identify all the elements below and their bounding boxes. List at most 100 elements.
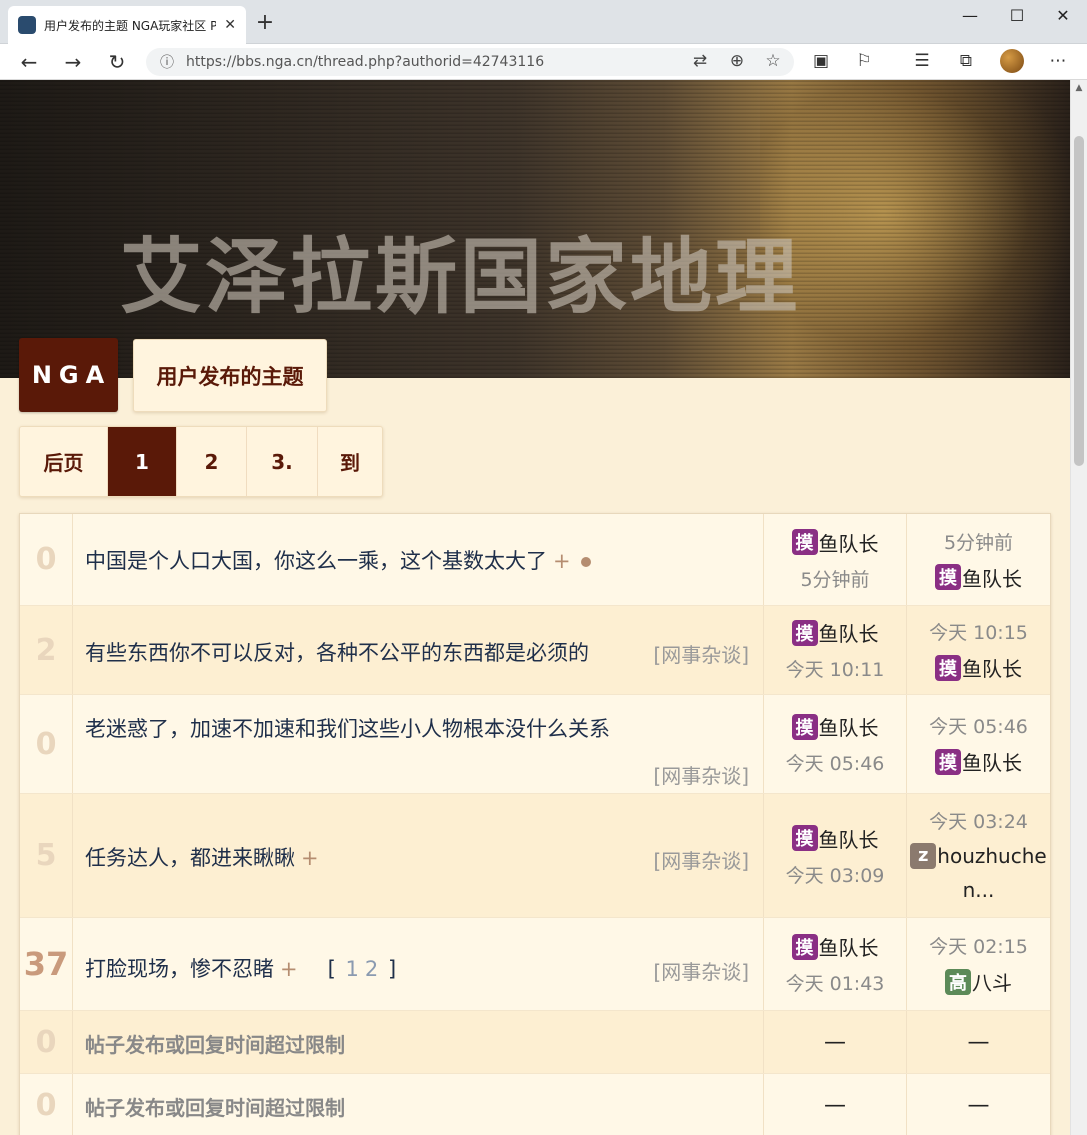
topic-list: 0 中国是个人口大国，你这么一乘，这个基数太大了 + 摸鱼队长 5分钟前 5分钟前… <box>19 513 1051 1135</box>
user-avatar-icon: 摸 <box>791 713 818 740</box>
scroll-up-icon[interactable]: ▲ <box>1071 80 1087 96</box>
maximize-icon[interactable]: ☐ <box>994 4 1040 28</box>
post-time: 今天 05:46 <box>785 753 885 775</box>
post-time: 今天 10:11 <box>785 659 885 681</box>
collections-icon[interactable]: ⧉ <box>951 48 981 74</box>
immersive-reader-icon[interactable]: ▣ <box>806 48 836 74</box>
back-icon[interactable]: ← <box>15 49 43 75</box>
topic-row: 0 帖子发布或回复时间超过限制 — — <box>20 1073 1050 1135</box>
user-avatar-icon: 摸 <box>791 529 818 555</box>
scroll-thumb[interactable] <box>1074 136 1084 466</box>
translate-icon[interactable]: ⇄ <box>686 48 714 74</box>
topic-row: 37 打脸现场，惨不忍睹 + [ 12 ] [网事杂谈] 摸鱼队长 今天 01:43… <box>20 917 1050 1010</box>
last-replier-link[interactable]: z houzhuche <box>910 839 1047 873</box>
author-link[interactable]: 摸鱼队长 <box>791 824 879 853</box>
last-replier-link[interactable]: 高八斗 <box>945 967 1012 996</box>
tab-title: 用户发布的主题 NGA玩家社区 P <box>44 18 217 33</box>
minimize-icon[interactable]: — <box>947 4 993 28</box>
close-window-icon[interactable]: ✕ <box>1040 4 1086 28</box>
category-tag-link[interactable]: [网事杂谈] <box>653 760 749 789</box>
topic-row: 0 老迷惑了，加速不加速和我们这些小人物根本没什么关系 [网事杂谈] 摸鱼队长 … <box>20 694 1050 793</box>
topic-title-link[interactable]: 打脸现场，惨不忍睹 <box>85 957 274 981</box>
expand-plus-icon[interactable]: + <box>553 549 571 573</box>
post-time: 5分钟前 <box>800 568 870 591</box>
topic-title-link[interactable]: 任务达人，都进来瞅瞅 <box>85 846 295 870</box>
last-reply-time[interactable]: 今天 10:15 <box>929 618 1028 645</box>
category-tag-link[interactable]: [网事杂谈] <box>653 639 749 668</box>
forward-icon[interactable]: → <box>59 49 87 75</box>
author-placeholder: — <box>824 1092 846 1118</box>
nga-logo-button[interactable]: NGA <box>19 338 118 412</box>
banner-title: 艾泽拉斯国家地理 <box>120 229 801 325</box>
topic-row: 0 中国是个人口大国，你这么一乘，这个基数太大了 + 摸鱼队长 5分钟前 5分钟前… <box>20 514 1050 605</box>
last-reply-time[interactable]: 今天 02:15 <box>929 932 1028 959</box>
reply-count: 5 <box>20 794 73 917</box>
author-link[interactable]: 摸鱼队长 <box>791 932 879 961</box>
last-reply-placeholder: — <box>967 1092 990 1118</box>
last-reply-time[interactable]: 今天 03:24 <box>929 805 1028 839</box>
user-avatar-icon: 摸 <box>935 654 961 681</box>
user-avatar-icon: z <box>910 842 937 869</box>
page-goto-button[interactable]: 到 <box>318 427 382 496</box>
topic-title-link[interactable]: 老迷惑了，加速不加速和我们这些小人物根本没什么关系 <box>85 717 610 741</box>
last-reply-time[interactable]: 今天 05:46 <box>929 712 1028 739</box>
restricted-topic-message: 帖子发布或回复时间超过限制 <box>85 1096 345 1120</box>
forum-banner: 艾泽拉斯国家地理 <box>0 80 1070 378</box>
more-menu-icon[interactable]: ⋯ <box>1043 48 1073 74</box>
author-placeholder: — <box>824 1029 846 1055</box>
author-link[interactable]: 摸鱼队长 <box>791 528 879 557</box>
category-tag-link[interactable]: [网事杂谈] <box>653 845 749 874</box>
expand-plus-icon[interactable]: + <box>301 846 319 870</box>
topic-page-1-link[interactable]: 1 <box>346 957 359 981</box>
new-indicator-dot-icon <box>580 557 591 567</box>
topic-row: 5 任务达人，都进来瞅瞅 + [网事杂谈] 摸鱼队长 今天 03:09 今天 03… <box>20 793 1050 917</box>
author-link[interactable]: 摸鱼队长 <box>791 618 879 647</box>
new-tab-icon[interactable]: + <box>252 10 278 35</box>
reply-count: 0 <box>20 1011 73 1073</box>
last-replier-link[interactable]: 摸鱼队长 <box>935 653 1022 682</box>
browser-tab[interactable]: 用户发布的主题 NGA玩家社区 P ✕ <box>8 6 246 44</box>
page-next-button[interactable]: 后页 <box>20 427 108 496</box>
topic-title-link[interactable]: 中国是个人口大国，你这么一乘，这个基数太大了 <box>85 549 547 573</box>
topic-page-2-link[interactable]: 2 <box>365 957 378 981</box>
expand-plus-icon[interactable]: + <box>280 957 298 981</box>
last-reply-time[interactable]: 5分钟前 <box>944 528 1013 555</box>
topic-row: 2 有些东西你不可以反对，各种不公平的东西都是必须的 [网事杂谈] 摸鱼队长 今… <box>20 605 1050 694</box>
page-scrollbar[interactable]: ▲ <box>1070 80 1087 1135</box>
zoom-icon[interactable]: ⊕ <box>723 48 751 74</box>
user-avatar-icon: 摸 <box>935 564 961 590</box>
site-info-icon[interactable]: ⓘ <box>160 52 174 72</box>
profile-avatar[interactable] <box>1000 49 1024 73</box>
reply-count: 2 <box>20 606 73 694</box>
close-tab-icon[interactable]: ✕ <box>224 17 236 33</box>
page-1-button[interactable]: 1 <box>108 427 177 496</box>
extension-icon[interactable]: ⚐ <box>849 48 879 74</box>
topic-page-links: [ 12 ] <box>327 957 397 981</box>
browser-tab-strip: 用户发布的主题 NGA玩家社区 P ✕ + — ☐ ✕ <box>0 0 1087 44</box>
topic-row: 0 帖子发布或回复时间超过限制 — — <box>20 1010 1050 1073</box>
reply-count: 0 <box>20 514 73 605</box>
page-3-button[interactable]: 3. <box>247 427 318 496</box>
pagination: 后页 1 2 3. 到 <box>19 426 383 497</box>
user-avatar-icon: 摸 <box>791 933 818 960</box>
last-replier-link[interactable]: 摸鱼队长 <box>935 747 1022 776</box>
last-reply-placeholder: — <box>967 1029 990 1055</box>
page-2-button[interactable]: 2 <box>177 427 247 496</box>
reply-count: 37 <box>20 918 73 1010</box>
site-favicon-icon <box>18 16 36 34</box>
author-link[interactable]: 摸鱼队长 <box>791 712 879 741</box>
reply-count: 0 <box>20 695 73 793</box>
category-tag-link[interactable]: [网事杂谈] <box>653 956 749 985</box>
url-text: https://bbs.nga.cn/thread.php?authorid=4… <box>186 54 545 70</box>
last-replier-link-overflow[interactable]: n... <box>963 873 995 907</box>
post-time: 今天 03:09 <box>785 864 885 887</box>
topic-title-link[interactable]: 有些东西你不可以反对，各种不公平的东西都是必须的 <box>85 641 589 665</box>
post-time: 今天 01:43 <box>785 973 885 995</box>
reply-count: 0 <box>20 1074 73 1135</box>
refresh-icon[interactable]: ↻ <box>103 49 131 75</box>
last-replier-link[interactable]: 摸鱼队长 <box>935 563 1022 592</box>
user-avatar-icon: 摸 <box>791 825 818 851</box>
favorite-star-icon[interactable]: ☆ <box>759 48 787 74</box>
user-avatar-icon: 摸 <box>791 619 818 646</box>
favorites-icon[interactable]: ☰ <box>907 48 937 74</box>
